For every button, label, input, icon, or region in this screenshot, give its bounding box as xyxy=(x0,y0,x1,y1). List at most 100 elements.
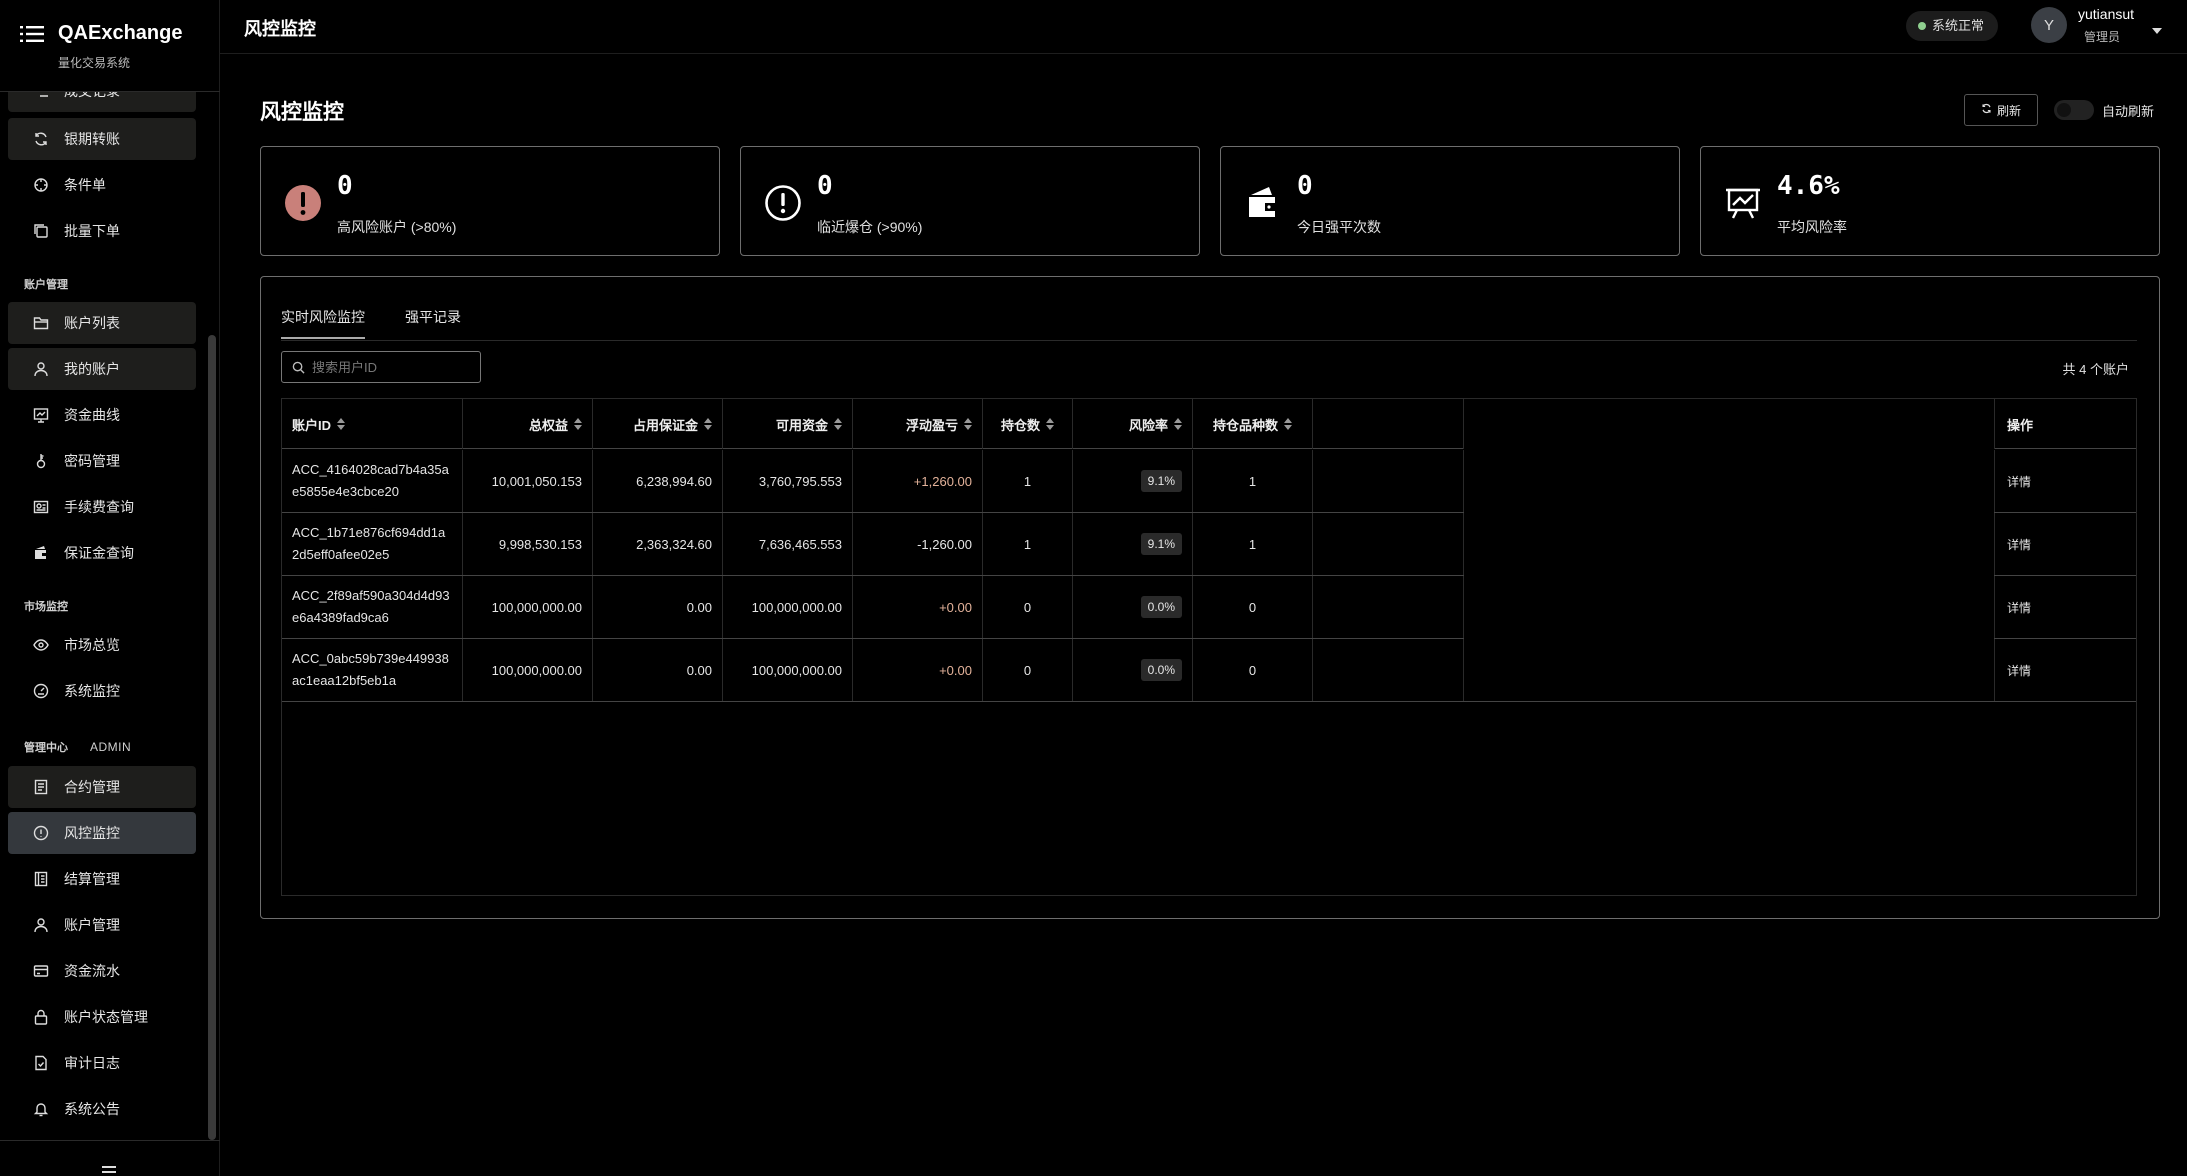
detail-link[interactable]: 详情 xyxy=(1994,513,2136,575)
auto-refresh-toggle[interactable] xyxy=(2054,100,2094,120)
collapse-icon[interactable] xyxy=(100,1165,118,1176)
sidebar-item-announcement[interactable]: 系统公告 xyxy=(8,1088,196,1130)
sidebar-item-fee-query[interactable]: 手续费查询 xyxy=(8,486,196,528)
sort-icon[interactable] xyxy=(1174,418,1182,430)
stat-value: 4.6% xyxy=(1777,171,1840,201)
sidebar-item-settlement[interactable]: 结算管理 xyxy=(8,858,196,900)
search-box xyxy=(281,351,481,383)
section-admin-center: 管理中心 ADMIN xyxy=(24,739,131,755)
toggle-knob xyxy=(2057,103,2071,117)
column-label: 总权益 xyxy=(528,417,568,433)
sidebar-item-label: 账户管理 xyxy=(64,917,120,933)
cell-available: 3,760,795.553 xyxy=(723,450,853,512)
sidebar-item-my-account[interactable]: 我的账户 xyxy=(8,348,196,390)
menu-icon[interactable] xyxy=(20,24,44,49)
sort-icon[interactable] xyxy=(1046,418,1054,430)
sidebar-item-account-status[interactable]: 账户状态管理 xyxy=(8,996,196,1038)
sort-icon[interactable] xyxy=(337,418,346,430)
tab-liquidation-records[interactable]: 强平记录 xyxy=(405,307,461,337)
dashboard-icon xyxy=(32,682,50,700)
column-header-risk-rate[interactable]: 风险率 xyxy=(1073,399,1193,449)
sidebar-item-label: 系统公告 xyxy=(64,1101,120,1117)
brand: QAExchange 量化交易系统 xyxy=(0,0,220,92)
search-icon xyxy=(292,361,305,379)
cell-available: 100,000,000.00 xyxy=(723,576,853,638)
eye-icon xyxy=(32,636,50,654)
cell-spacer xyxy=(1313,450,1464,512)
detail-link[interactable]: 详情 xyxy=(1994,576,2136,638)
detail-link[interactable]: 详情 xyxy=(1994,450,2136,512)
detail-link[interactable]: 详情 xyxy=(1994,639,2136,701)
cell-pnl: +0.00 xyxy=(853,639,983,701)
column-header-equity[interactable]: 总权益 xyxy=(463,399,593,449)
sidebar-item-trade-records[interactable]: 成交记录 xyxy=(8,92,196,112)
sidebar-item-market-overview[interactable]: 市场总览 xyxy=(8,624,196,666)
sort-icon[interactable] xyxy=(1284,418,1292,430)
column-label: 持仓品种数 xyxy=(1212,417,1278,433)
wallet-icon xyxy=(32,544,50,562)
column-label: 持仓数 xyxy=(1000,417,1040,433)
risk-badge: 0.0% xyxy=(1140,596,1182,618)
column-label: 可用资金 xyxy=(775,417,828,433)
sidebar-item-batch-order[interactable]: 批量下单 xyxy=(8,210,196,252)
status-dot-icon xyxy=(1918,22,1926,30)
sidebar-item-label: 批量下单 xyxy=(64,223,120,239)
risk-table: 账户ID 总权益 占用保证金 可用资金 浮动盈亏 持仓数 风险率 持仓品种数 操… xyxy=(281,398,2137,896)
sort-icon[interactable] xyxy=(704,418,712,430)
stat-value: 0 xyxy=(1297,171,1313,201)
sidebar-item-margin-query[interactable]: 保证金查询 xyxy=(8,532,196,574)
cell-varieties: 0 xyxy=(1193,639,1313,701)
cell-spacer xyxy=(1313,576,1464,638)
sidebar-item-label: 市场总览 xyxy=(64,637,120,653)
cell-positions: 1 xyxy=(983,513,1073,575)
column-header-actions: 操作 xyxy=(1994,399,2136,449)
search-input[interactable] xyxy=(312,352,472,382)
sidebar-item-contract-management[interactable]: 合约管理 xyxy=(8,766,196,808)
sort-icon[interactable] xyxy=(964,418,972,430)
app-root: QAExchange 量化交易系统 成交记录 银期转账 条件单 批量下单 账户管… xyxy=(0,0,2187,1176)
refresh-button[interactable]: 刷新 xyxy=(1964,94,2038,126)
stat-label: 高风险账户 (>80%) xyxy=(337,219,457,235)
sidebar-item-equity-curve[interactable]: 资金曲线 xyxy=(8,394,196,436)
stat-card-near-liquidation: 0 临近爆仓 (>90%) xyxy=(740,146,1200,256)
sidebar-item-bank-transfer[interactable]: 银期转账 xyxy=(8,118,196,160)
stat-card-liquidations-today: 0 今日强平次数 xyxy=(1220,146,1680,256)
bell-icon xyxy=(32,1100,50,1118)
sidebar-item-fund-flow[interactable]: 资金流水 xyxy=(8,950,196,992)
cell-pnl: +1,260.00 xyxy=(853,450,983,512)
column-header-margin[interactable]: 占用保证金 xyxy=(593,399,723,449)
column-label: 浮动盈亏 xyxy=(905,417,958,433)
section-admin-label: 管理中心 xyxy=(24,742,68,754)
chevron-down-icon[interactable] xyxy=(2152,21,2162,39)
user-name[interactable]: yutiansut xyxy=(2078,6,2134,22)
column-header-account-id[interactable]: 账户ID xyxy=(282,399,463,449)
sidebar-item-password[interactable]: 密码管理 xyxy=(8,440,196,482)
sidebar-item-audit-log[interactable]: 审计日志 xyxy=(8,1042,196,1084)
cell-equity: 9,998,530.153 xyxy=(463,513,593,575)
admin-badge: ADMIN xyxy=(90,740,132,754)
sort-icon[interactable] xyxy=(574,418,582,430)
cell-equity: 100,000,000.00 xyxy=(463,639,593,701)
column-header-available[interactable]: 可用资金 xyxy=(723,399,853,449)
column-header-positions[interactable]: 持仓数 xyxy=(983,399,1073,449)
tab-bar: 实时风险监控 强平记录 xyxy=(281,307,2137,341)
sidebar-item-risk-monitor[interactable]: 风控监控 xyxy=(8,812,196,854)
sidebar-item-user-management[interactable]: 账户管理 xyxy=(8,904,196,946)
cell-account-id: ACC_1b71e876cf694dd1a2d5eff0afee02e5 xyxy=(282,513,463,575)
column-header-pnl[interactable]: 浮动盈亏 xyxy=(853,399,983,449)
sidebar-item-label: 账户状态管理 xyxy=(64,1009,148,1025)
column-header-varieties[interactable]: 持仓品种数 xyxy=(1193,399,1313,449)
avatar[interactable]: Y xyxy=(2031,7,2067,43)
cell-available: 100,000,000.00 xyxy=(723,639,853,701)
stat-label: 今日强平次数 xyxy=(1297,219,1381,235)
tab-realtime-risk[interactable]: 实时风险监控 xyxy=(281,307,365,339)
sidebar-item-label: 审计日志 xyxy=(64,1055,120,1071)
sidebar-item-system-monitor[interactable]: 系统监控 xyxy=(8,670,196,712)
cell-account-id: ACC_4164028cad7b4a35ae5855e4e3cbce20 xyxy=(282,450,463,512)
sidebar-item-conditional-order[interactable]: 条件单 xyxy=(8,164,196,206)
sidebar-item-account-list[interactable]: 账户列表 xyxy=(8,302,196,344)
sidebar-item-label: 银期转账 xyxy=(64,131,120,147)
cell-varieties: 1 xyxy=(1193,450,1313,512)
sort-icon[interactable] xyxy=(834,418,842,430)
sidebar-scrollbar[interactable] xyxy=(208,335,216,1140)
